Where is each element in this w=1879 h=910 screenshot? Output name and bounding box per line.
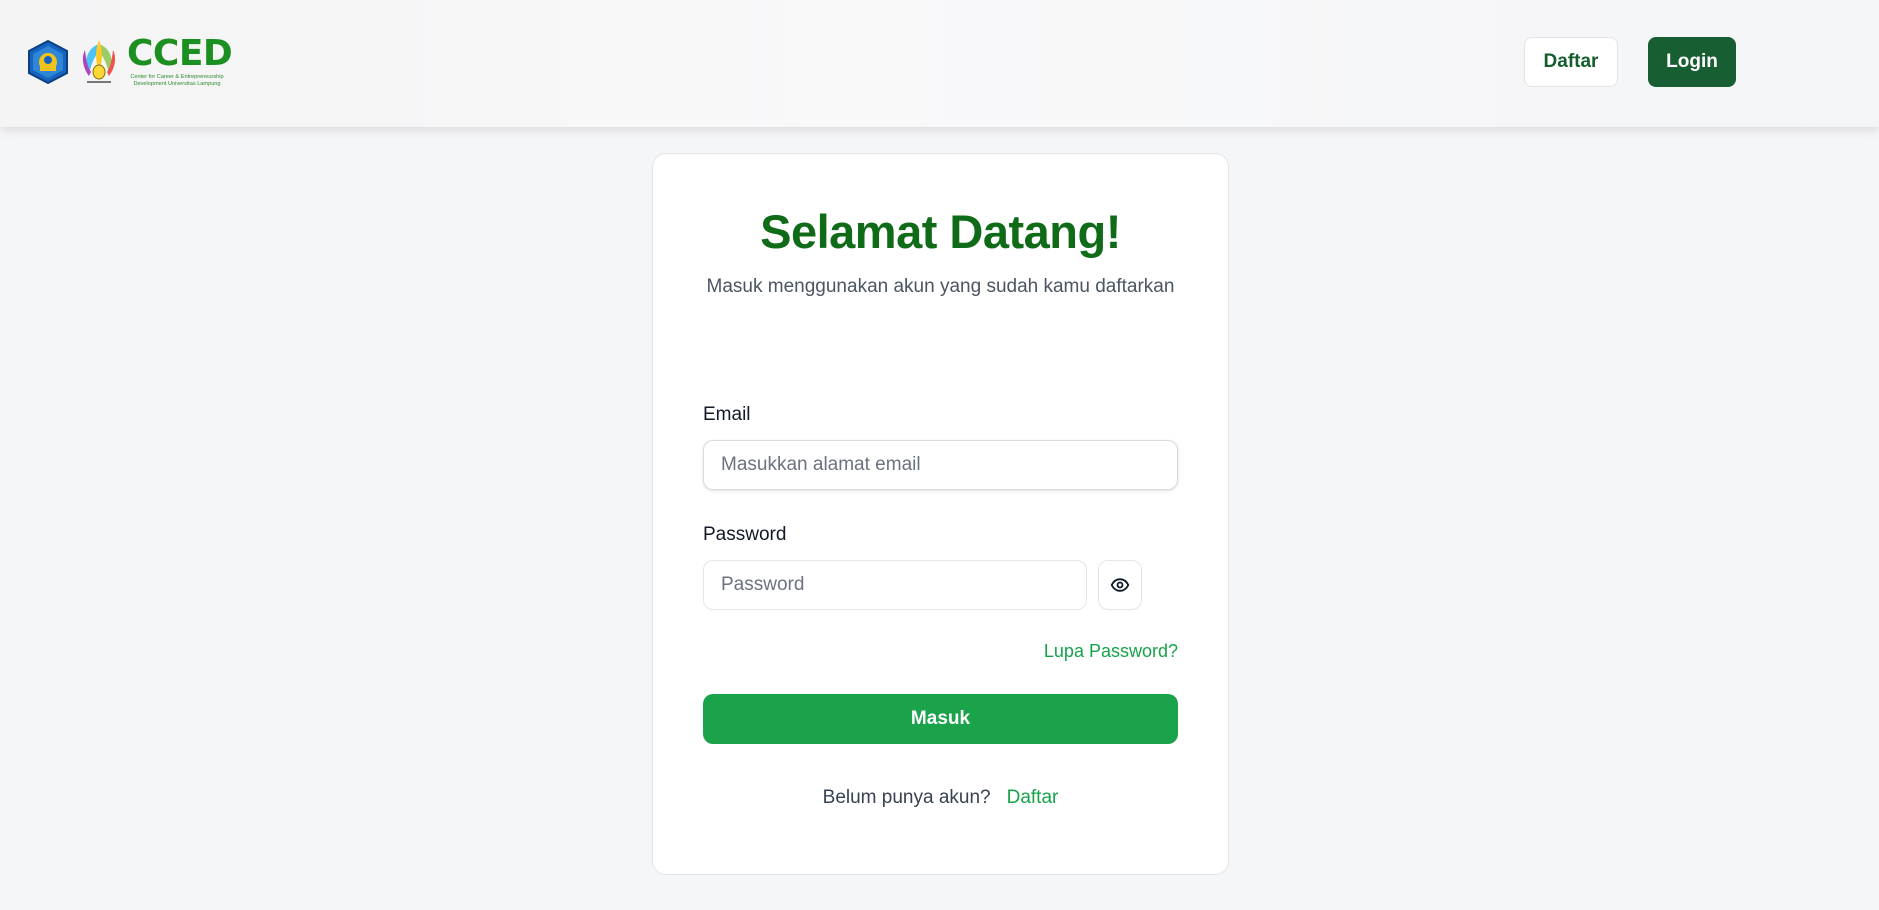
signup-prompt-text: Belum punya akun? <box>822 787 991 808</box>
eye-icon <box>1110 578 1130 592</box>
page-title: Selamat Datang! <box>760 205 1121 258</box>
forgot-password-link[interactable]: Lupa Password? <box>1044 641 1178 662</box>
password-label: Password <box>703 524 787 545</box>
login-card: Selamat Datang! Masuk menggunakan akun y… <box>652 153 1229 875</box>
page-subtitle: Masuk menggunakan akun yang sudah kamu d… <box>706 276 1175 297</box>
submit-login-button[interactable]: Masuk <box>703 694 1178 744</box>
login-button[interactable]: Login <box>1648 37 1736 87</box>
register-button[interactable]: Daftar <box>1524 37 1618 87</box>
password-field[interactable] <box>703 560 1087 610</box>
logo-tagline: Center for Career & Entrepreneurship Dev… <box>130 74 224 87</box>
toggle-password-visibility-button[interactable] <box>1098 560 1142 610</box>
top-navbar: CCED Center for Career & Entrepreneurshi… <box>0 0 1879 127</box>
site-logo[interactable]: CCED Center for Career & Entrepreneurshi… <box>25 33 233 90</box>
logo-wordmark: CCED <box>127 33 233 74</box>
signup-link[interactable]: Daftar <box>1007 787 1059 808</box>
email-label: Email <box>703 404 751 425</box>
signup-prompt-row: Belum punya akun? Daftar <box>653 787 1228 809</box>
university-seal-icon <box>28 39 68 85</box>
email-field[interactable] <box>703 440 1178 490</box>
cced-emblem-icon <box>82 40 116 83</box>
